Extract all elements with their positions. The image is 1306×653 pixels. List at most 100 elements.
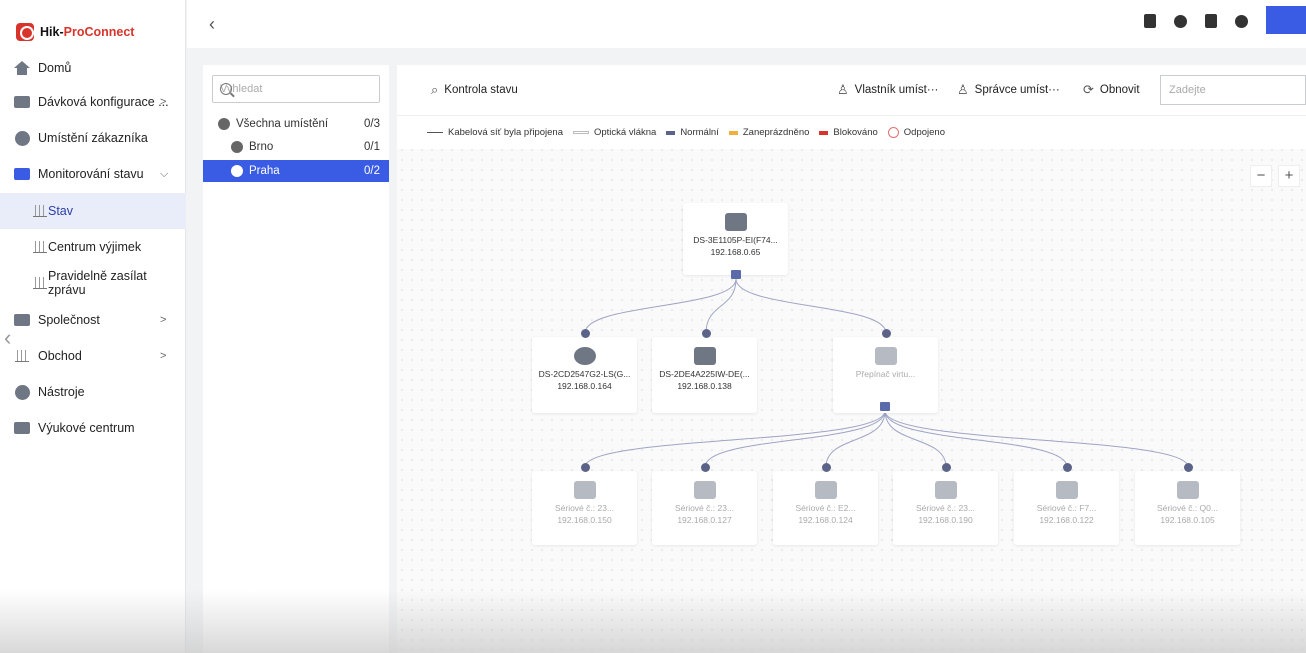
offline-device-node[interactable]: Sériové č.: E2... 192.168.0.124 [773,471,878,545]
offline-device-node[interactable]: Sériové č.: 23... 192.168.0.190 [893,471,998,545]
node-name: Přepínač virtu... [855,369,916,379]
sidebar-item-label: Centrum výjimek [48,240,142,254]
node-ip: 192.168.0.105 [1160,515,1215,525]
sidebar-item-status[interactable]: Stav [0,193,186,229]
sidebar-item-home[interactable]: Domů [0,50,186,86]
bar-chart-icon [32,239,48,255]
device-icon [573,481,596,499]
tree-item-all-locations[interactable]: Všechna umístění 0/3 [203,113,389,135]
link-endpoint-dot [881,328,891,338]
node-name: Sériové č.: 23... [915,503,976,513]
node-name: Sériové č.: Q0... [1157,503,1218,513]
sidebar-item-label: Nástroje [38,385,85,399]
phone-icon[interactable] [1144,14,1156,28]
location-tree-panel: Vyhledat Všechna umístění 0/3 Brno 0/1 P… [203,65,389,653]
chevron-right-icon: > [160,350,167,362]
sidebar-item-label: Dávková konfigurace ... [38,95,169,109]
tree-item-count: 0/3 [364,118,380,130]
node-name: DS-3E1105P-EI(F74... [693,235,778,245]
node-name: Sériové č.: 23... [554,503,615,513]
chevron-down-icon: ⌵ [160,167,169,180]
node-name: Sériové č.: 23... [674,503,735,513]
node-ip: 192.168.0.122 [1039,515,1094,525]
node-ip: 192.168.0.138 [677,381,732,391]
sidebar-item-periodic-report[interactable]: Pravidelně zasílat zprávu [0,265,186,301]
offline-device-node[interactable]: Sériové č.: 23... 192.168.0.127 [652,471,757,545]
link-endpoint-dot [580,328,590,338]
tools-icon [14,384,30,400]
link-endpoint-dot [821,462,831,472]
batch-config-icon [14,94,30,110]
topology-link [825,410,886,468]
learning-icon [14,420,30,436]
sidebar-item-batch-config[interactable]: Dávková konfigurace ... > [0,84,186,120]
offline-device-node[interactable]: Sériové č.: Q0... 192.168.0.105 [1135,471,1240,545]
bar-chart-icon [32,203,48,219]
shop-icon [14,348,30,364]
wallet-icon[interactable] [1205,14,1217,28]
topology-canvas: ⌕ Kontrola stavu ♙ Vlastník umíst··· ♙ S… [397,65,1306,653]
topology-link [884,410,1189,468]
link-endpoint-dot [1183,462,1193,472]
back-icon[interactable]: ‹ [209,14,215,35]
sidebar-item-shop[interactable]: Obchod > [0,338,186,374]
node-name: DS-2CD2547G2-LS(G... [538,369,631,379]
globe-icon [14,130,30,146]
sidebar-item-label: Umístění zákazníka [38,131,148,145]
tree-item-label: Všechna umístění [236,118,329,130]
sidebar-item-company[interactable]: Společnost > [0,302,186,338]
dome-camera-node[interactable]: DS-2DE4A225IW-DE(... 192.168.0.138 [652,337,757,413]
device-icon [934,481,957,499]
globe-icon [231,141,243,153]
topology-link [584,410,886,468]
tree-item-count: 0/1 [364,141,380,153]
sidebar-item-status-monitoring[interactable]: Monitorování stavu ⌵ [0,156,186,192]
link-endpoint-dot [701,328,711,338]
link-endpoint-dot [1062,462,1072,472]
topology-link [884,410,947,468]
node-name: Sériové č.: E2... [795,503,856,513]
sidebar-item-label: Pravidelně zasílat zprávu [48,269,147,297]
hik-logo-icon [16,23,34,41]
brand-hik: Hik- [40,25,64,39]
brand-pro: ProConnect [63,25,135,39]
link-endpoint-dot [700,462,710,472]
sidebar-item-label: Obchod [38,349,82,363]
tree-item-brno[interactable]: Brno 0/1 [203,136,389,158]
device-icon [1176,481,1199,499]
sidebar-item-exception-center[interactable]: Centrum výjimek [0,229,186,265]
node-ip: 192.168.0.190 [918,515,973,525]
tree-item-label: Praha [249,165,280,177]
app-logo[interactable]: Hik- ProConnect [16,22,134,42]
bell-icon[interactable] [1174,14,1187,28]
device-icon [814,481,837,499]
bar-chart-icon [32,275,48,291]
sidebar-item-tools[interactable]: Nástroje [0,374,186,410]
node-ip: 192.168.0.127 [677,515,732,525]
sidebar-item-label: Společnost [38,313,100,327]
monitor-icon [14,166,30,182]
switch-icon [724,213,747,231]
location-search-input[interactable]: Vyhledat [212,75,380,103]
root-switch-node[interactable]: DS-3E1105P-EI(F74... 192.168.0.65 [683,203,788,275]
offline-device-node[interactable]: Sériové č.: 23... 192.168.0.150 [532,471,637,545]
port-icon[interactable] [731,270,741,279]
chevron-right-icon: > [160,314,167,326]
port-icon[interactable] [880,402,890,411]
sidebar-item-label: Stav [48,204,74,218]
user-account-button[interactable] [1266,6,1306,34]
search-icon[interactable] [220,83,232,95]
sidebar-item-learning[interactable]: Výukové centrum [0,410,186,446]
tree-item-praha[interactable]: Praha 0/2 [203,160,389,182]
camera-node[interactable]: DS-2CD2547G2-LS(G... 192.168.0.164 [532,337,637,413]
help-icon[interactable] [1235,14,1248,28]
dome-camera-icon [693,347,716,365]
node-ip: 192.168.0.65 [710,247,761,257]
globe-icon [231,165,243,177]
node-name: DS-2DE4A225IW-DE(... [659,369,750,379]
offline-device-node[interactable]: Sériové č.: F7... 192.168.0.122 [1014,471,1119,545]
link-endpoint-dot [580,462,590,472]
tree-item-label: Brno [249,141,274,153]
collapse-sidebar-icon[interactable]: ‹ [4,325,11,351]
sidebar-item-customer-location[interactable]: Umístění zákazníka [0,120,186,156]
